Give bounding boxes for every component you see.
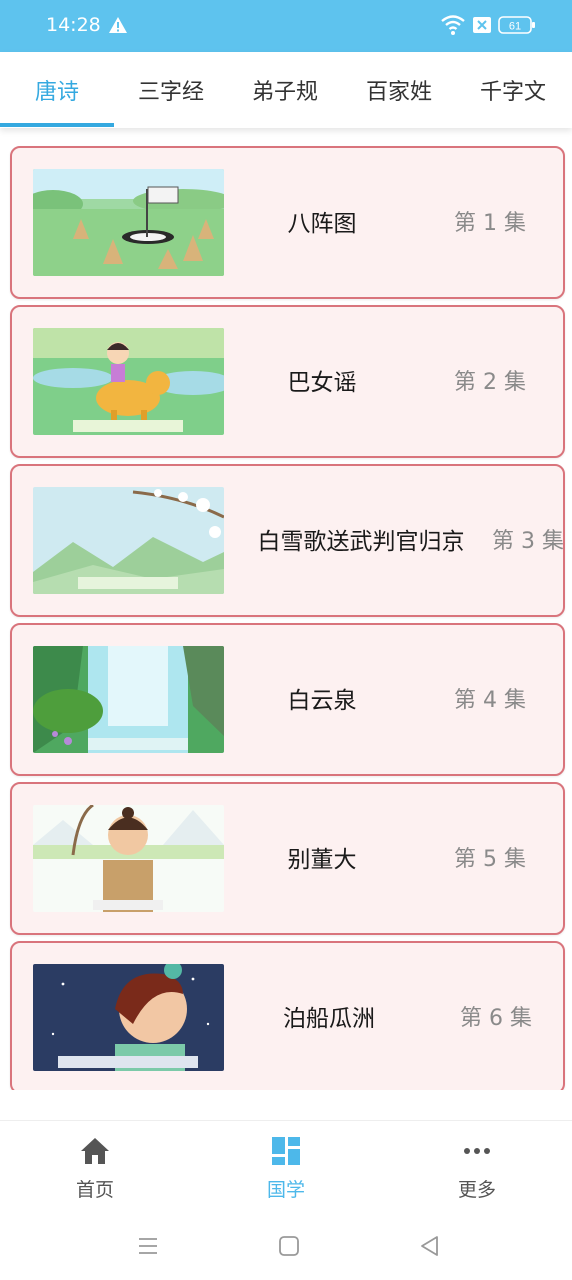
status-bar: 14:28 61 xyxy=(0,0,572,52)
episode-number: 第 3 集 xyxy=(492,529,564,554)
episode-number: 第 5 集 xyxy=(454,847,526,872)
boy-night-scene xyxy=(33,964,224,1071)
grid-icon xyxy=(272,1137,300,1165)
wifi-icon xyxy=(441,15,465,35)
episode-card[interactable]: 白雪歌送武判官归京 第 3 集 xyxy=(10,464,565,617)
episode-card[interactable]: 别董大 第 5 集 xyxy=(10,782,565,935)
tab-qianziwen[interactable]: 千字文 xyxy=(456,52,570,128)
system-navigation-bar xyxy=(0,1216,572,1280)
waterfall-scene xyxy=(33,646,224,753)
tab-tangshi[interactable]: 唐诗 xyxy=(0,52,114,128)
episode-title: 别董大 xyxy=(287,847,357,873)
tab-baijiaxing[interactable]: 百家姓 xyxy=(342,52,456,128)
battery-level: 61 xyxy=(509,21,521,33)
tab-sanzijing[interactable]: 三字经 xyxy=(114,52,228,128)
nav-home[interactable]: 首页 xyxy=(0,1121,190,1217)
girl-riding-ox-scene xyxy=(33,328,224,435)
battlefield-flag-scene xyxy=(33,169,224,276)
warning-icon xyxy=(109,17,127,33)
tab-dizigui[interactable]: 弟子规 xyxy=(228,52,342,128)
tab-indicator xyxy=(0,123,114,127)
episode-title: 白雪歌送武判官归京 xyxy=(257,529,465,555)
home-square-icon[interactable] xyxy=(277,1234,301,1258)
episode-number: 第 2 集 xyxy=(454,370,526,395)
status-time: 14:28 xyxy=(46,14,101,36)
nav-home-label: 首页 xyxy=(75,1179,114,1201)
episode-number: 第 1 集 xyxy=(454,211,526,236)
more-icon xyxy=(464,1148,490,1154)
man-portrait-scene xyxy=(33,805,224,912)
episode-title: 泊船瓜洲 xyxy=(283,1006,375,1032)
episode-number: 第 6 集 xyxy=(460,1006,532,1031)
episode-number: 第 4 集 xyxy=(454,688,526,713)
episode-card[interactable]: 泊船瓜洲 第 6 集 xyxy=(10,941,565,1090)
battery-icon: 61 xyxy=(498,16,535,34)
nav-more[interactable]: 更多 xyxy=(382,1121,572,1217)
blossom-mountain-scene xyxy=(33,487,224,594)
episode-card[interactable]: 巴女谣 第 2 集 xyxy=(10,305,565,458)
nav-guoxue[interactable]: 国学 xyxy=(191,1121,381,1217)
episode-title: 白云泉 xyxy=(287,688,357,714)
episode-card[interactable]: 八阵图 第 1 集 xyxy=(10,146,565,299)
category-tab-bar: 唐诗 三字经 弟子规 百家姓 千字文 xyxy=(0,52,572,128)
bottom-navigation: 首页 国学 更多 xyxy=(0,1120,572,1216)
back-triangle-icon[interactable] xyxy=(418,1234,442,1258)
nav-guoxue-label: 国学 xyxy=(266,1179,305,1201)
episode-title: 八阵图 xyxy=(287,211,357,237)
menu-icon[interactable] xyxy=(136,1234,160,1258)
no-sim-icon xyxy=(473,17,491,33)
episode-card[interactable]: 白云泉 第 4 集 xyxy=(10,623,565,776)
episode-list[interactable]: 八阵图 第 1 集 巴女谣 第 2 集 白雪歌送武判官归京 第 3 集 白云泉 … xyxy=(0,128,572,1090)
home-icon xyxy=(81,1138,109,1164)
nav-more-label: 更多 xyxy=(457,1179,496,1201)
episode-title: 巴女谣 xyxy=(287,370,357,396)
